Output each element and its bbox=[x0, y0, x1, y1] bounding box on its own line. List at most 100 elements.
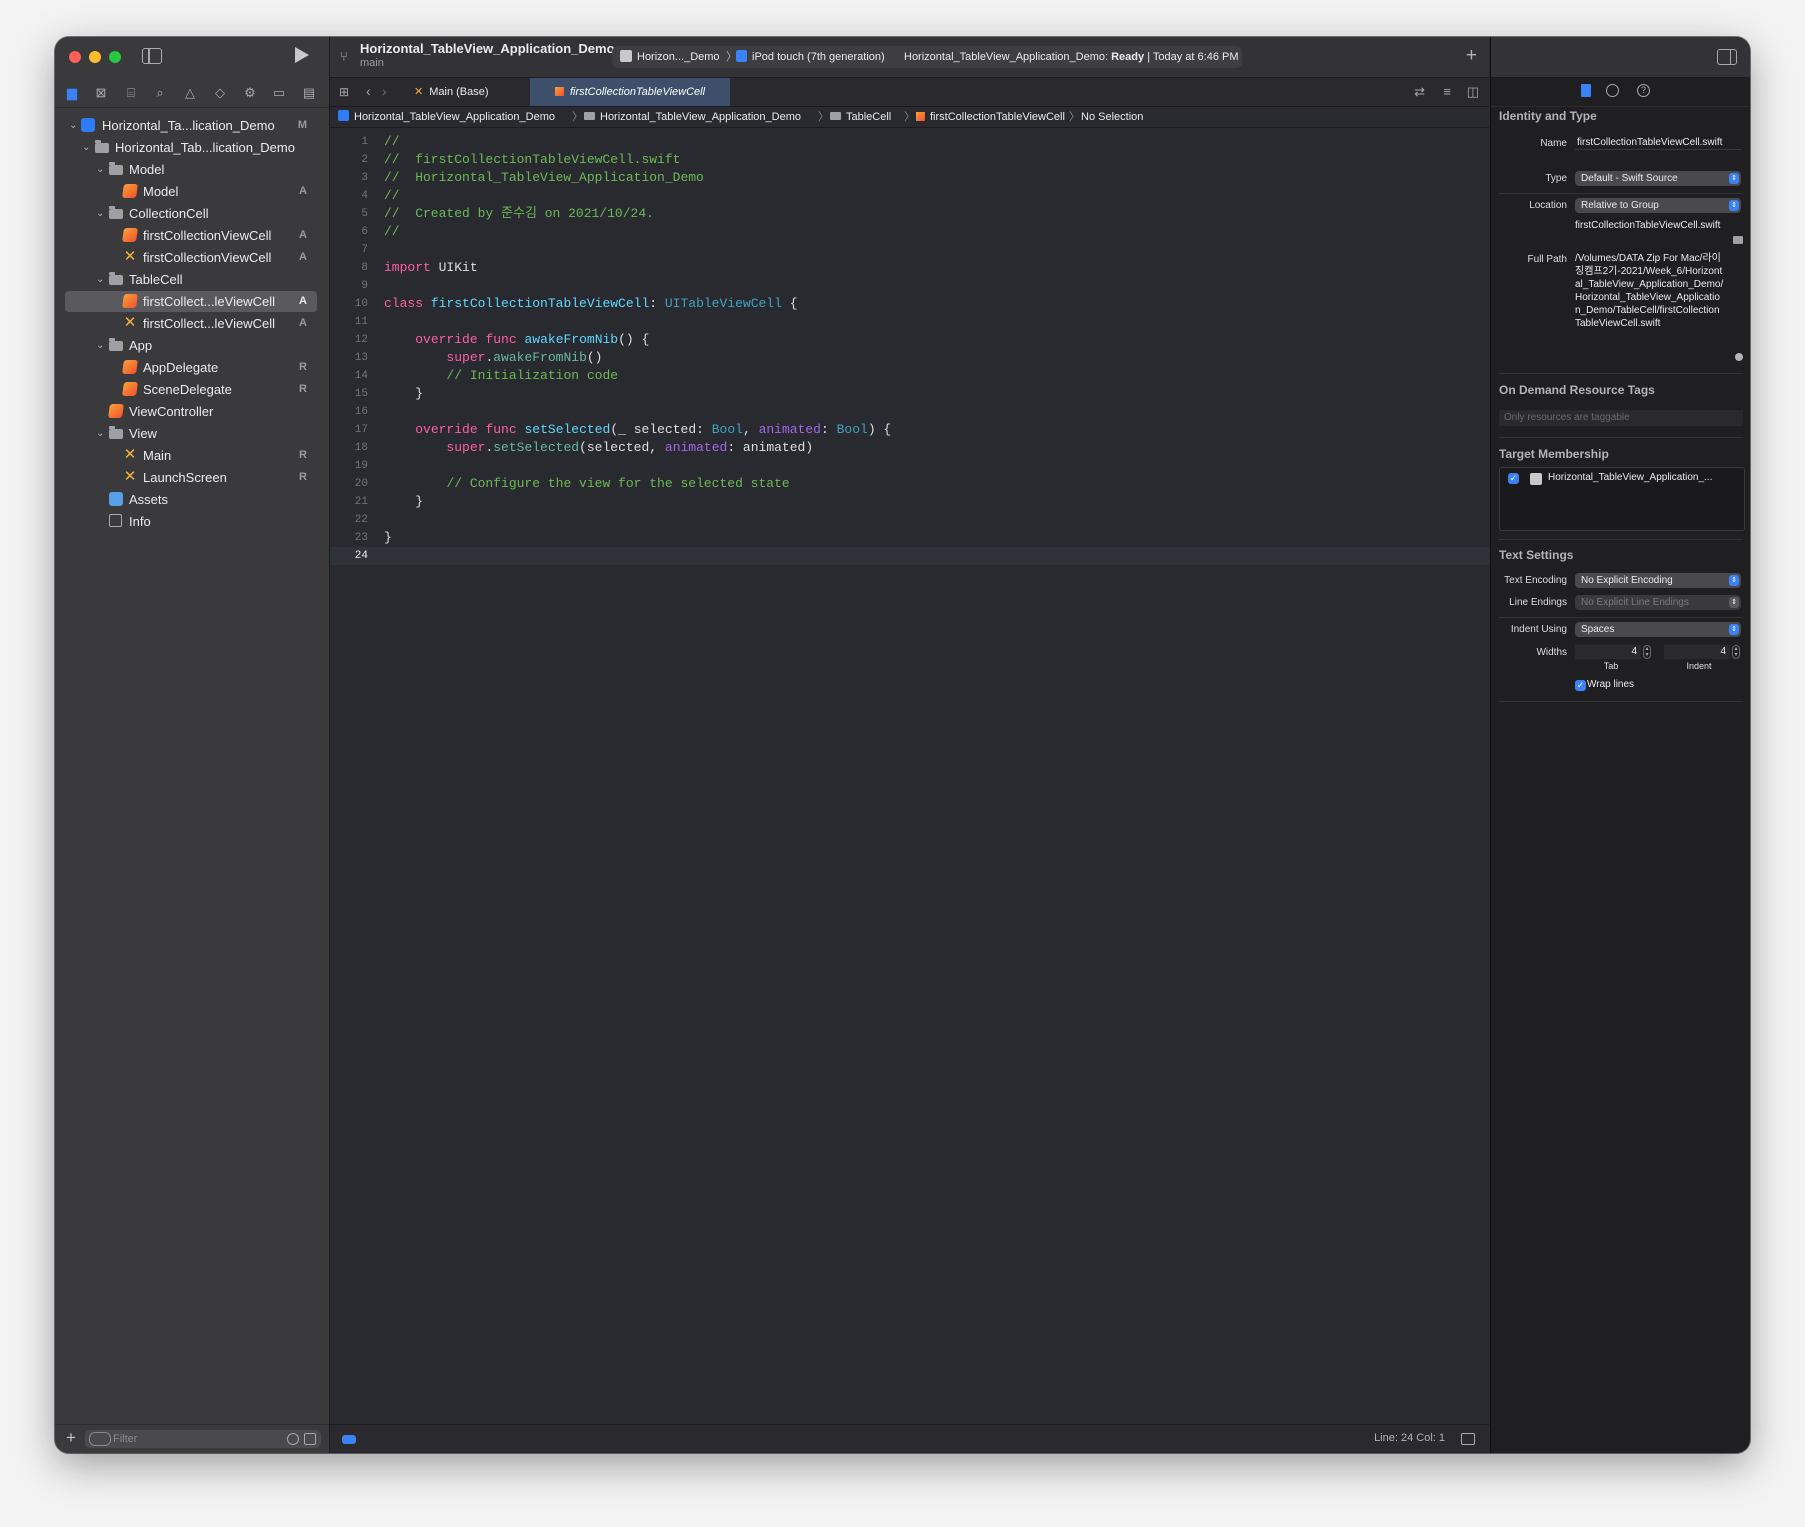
code-line[interactable]: 2 // firstCollectionTableViewCell.swift bbox=[330, 151, 1489, 169]
code-line[interactable]: 15 } bbox=[330, 385, 1489, 403]
code-line[interactable]: 17 override func setSelected(_ selected:… bbox=[330, 421, 1489, 439]
code-line[interactable]: 6 // bbox=[330, 223, 1489, 241]
tree-row-scenedelegate[interactable]: SceneDelegate R bbox=[65, 379, 317, 400]
code-line[interactable]: 21 } bbox=[330, 493, 1489, 511]
back-arrow-icon[interactable]: ‹ bbox=[366, 83, 371, 99]
code-line[interactable]: 20 // Configure the view for the selecte… bbox=[330, 475, 1489, 493]
text-encoding-popup[interactable]: No Explicit Encoding ⇕ bbox=[1575, 573, 1741, 588]
chevron-down-icon[interactable]: ⌄ bbox=[96, 203, 104, 224]
code-line[interactable]: 4 // bbox=[330, 187, 1489, 205]
choose-folder-icon[interactable] bbox=[1733, 236, 1743, 244]
breakpoint-icon[interactable]: ▭ bbox=[270, 84, 288, 102]
tree-row-tableviewcell-swift[interactable]: firstCollect...leViewCell A bbox=[65, 291, 317, 312]
code-line[interactable]: 8 import UIKit bbox=[330, 259, 1489, 277]
jumpbar-file[interactable]: firstCollectionTableViewCell bbox=[916, 107, 1065, 127]
code-line[interactable]: 9 bbox=[330, 277, 1489, 295]
line-endings-popup[interactable]: No Explicit Line Endings ⇕ bbox=[1575, 595, 1741, 610]
chevron-down-icon[interactable]: ⌄ bbox=[96, 335, 104, 356]
zoom-window-button[interactable] bbox=[109, 51, 121, 63]
tree-row-collectioncell-folder[interactable]: ⌄ CollectionCell bbox=[65, 203, 317, 224]
code-line[interactable]: 12 override func awakeFromNib() { bbox=[330, 331, 1489, 349]
indent-using-popup[interactable]: Spaces ⇕ bbox=[1575, 622, 1741, 637]
code-line[interactable]: 22 bbox=[330, 511, 1489, 529]
forward-arrow-icon[interactable]: › bbox=[382, 83, 387, 99]
code-line[interactable]: 5 // Created by 준수김 on 2021/10/24. bbox=[330, 205, 1489, 223]
tree-row-model-folder[interactable]: ⌄ Model bbox=[65, 159, 317, 180]
reveal-in-finder-icon[interactable] bbox=[1735, 353, 1743, 361]
filter-field[interactable] bbox=[85, 1430, 321, 1448]
show-debug-area-icon[interactable] bbox=[1461, 1433, 1475, 1445]
target-checkbox[interactable]: ✓ bbox=[1508, 473, 1519, 484]
tab-main-base[interactable]: ✕ Main (Base) bbox=[400, 78, 530, 106]
wrap-lines-checkbox[interactable]: ✓ bbox=[1575, 680, 1586, 691]
minimize-window-button[interactable] bbox=[89, 51, 101, 63]
indent-width-stepper[interactable]: ▴ ▾ bbox=[1732, 645, 1740, 659]
file-inspector-icon[interactable] bbox=[1581, 84, 1591, 97]
code-line[interactable]: 19 bbox=[330, 457, 1489, 475]
code-line[interactable]: 11 bbox=[330, 313, 1489, 331]
filter-input[interactable] bbox=[113, 1430, 273, 1448]
refresh-canvas-icon[interactable]: ⇄ bbox=[1414, 84, 1425, 100]
tree-row-assets[interactable]: Assets bbox=[65, 489, 317, 510]
tree-row-launchscreen[interactable]: ✕ LaunchScreen R bbox=[65, 467, 317, 488]
recent-files-icon[interactable] bbox=[287, 1433, 299, 1445]
library-add-button[interactable]: + bbox=[1466, 45, 1477, 67]
issue-icon[interactable]: △ bbox=[181, 84, 199, 102]
code-line[interactable]: 18 super.setSelected(selected, animated:… bbox=[330, 439, 1489, 457]
editor-options-icon[interactable]: ≡ bbox=[1443, 84, 1451, 99]
tree-row-tablecell-folder[interactable]: ⌄ TableCell bbox=[65, 269, 317, 290]
tab-width-stepper[interactable]: ▴ ▾ bbox=[1643, 645, 1651, 659]
code-line[interactable]: 10 class firstCollectionTableViewCell: UI… bbox=[330, 295, 1489, 313]
tree-row-viewcontroller[interactable]: ViewController bbox=[65, 401, 317, 422]
scm-filter-icon[interactable] bbox=[304, 1433, 316, 1445]
filter-options-icon[interactable] bbox=[89, 1432, 111, 1446]
indent-width-field[interactable]: 4 bbox=[1664, 645, 1730, 659]
inspector-toggle-icon[interactable] bbox=[1717, 49, 1737, 65]
related-items-icon[interactable]: ⊞ bbox=[339, 85, 349, 99]
tab-width-field[interactable]: 4 bbox=[1575, 645, 1641, 659]
history-inspector-icon[interactable] bbox=[1606, 84, 1619, 97]
debug-icon[interactable]: ⚙ bbox=[241, 84, 259, 102]
chevron-down-icon[interactable]: ⌄ bbox=[96, 269, 104, 290]
source-control-icon[interactable]: ⊠ bbox=[92, 84, 110, 102]
jumpbar-group[interactable]: Horizontal_TableView_Application_Demo bbox=[584, 107, 801, 127]
test-icon[interactable]: ◇ bbox=[211, 84, 229, 102]
device-selector[interactable]: iPod touch (7th generation) bbox=[736, 46, 885, 68]
quick-help-icon[interactable]: ? bbox=[1637, 84, 1650, 97]
scheme-selector[interactable]: Horizon..._Demo bbox=[620, 46, 720, 68]
tree-row-project[interactable]: ⌄ Horizontal_Ta...lication_Demo M bbox=[65, 115, 317, 136]
code-line[interactable]: 3 // Horizontal_TableView_Application_Dem… bbox=[330, 169, 1489, 187]
code-line[interactable]: 24 bbox=[330, 547, 1489, 565]
tree-row-view-folder[interactable]: ⌄ View bbox=[65, 423, 317, 444]
run-button[interactable] bbox=[295, 47, 309, 63]
symbol-icon[interactable]: ⌸ bbox=[122, 84, 140, 102]
jumpbar-project[interactable]: Horizontal_TableView_Application_Demo bbox=[338, 107, 555, 127]
code-line[interactable]: 16 bbox=[330, 403, 1489, 421]
split-editor-icon[interactable]: ◫ bbox=[1467, 84, 1479, 100]
chevron-down-icon[interactable]: ⌄ bbox=[96, 159, 104, 180]
code-line[interactable]: 14 // Initialization code bbox=[330, 367, 1489, 385]
tree-row-collectionviewcell-swift[interactable]: firstCollectionViewCell A bbox=[65, 225, 317, 246]
tree-row-model-file[interactable]: Model A bbox=[65, 181, 317, 202]
tree-row-main-storyboard[interactable]: ✕ Main R bbox=[65, 445, 317, 466]
close-window-button[interactable] bbox=[69, 51, 81, 63]
type-popup[interactable]: Default - Swift Source ⇕ bbox=[1575, 171, 1741, 186]
search-icon[interactable]: ⌕ bbox=[151, 84, 169, 102]
tree-row-group[interactable]: ⌄ Horizontal_Tab...lication_Demo bbox=[65, 137, 317, 158]
tab-firstcollectiontableviewcell[interactable]: firstCollectionTableViewCell bbox=[530, 78, 730, 106]
jumpbar-selection[interactable]: No Selection bbox=[1081, 107, 1143, 127]
code-line[interactable]: 13 super.awakeFromNib() bbox=[330, 349, 1489, 367]
tree-row-tableviewcell-xib[interactable]: ✕ firstCollect...leViewCell A bbox=[65, 313, 317, 334]
report-icon[interactable]: ▤ bbox=[300, 84, 318, 102]
tree-row-info[interactable]: Info bbox=[65, 511, 317, 532]
location-popup[interactable]: Relative to Group ⇕ bbox=[1575, 198, 1741, 213]
code-line[interactable]: 7 bbox=[330, 241, 1489, 259]
sidebar-toggle-icon[interactable] bbox=[142, 48, 162, 64]
name-field[interactable]: firstCollectionTableViewCell.swift bbox=[1575, 136, 1741, 150]
chevron-down-icon[interactable]: ⌄ bbox=[69, 115, 77, 136]
jumpbar-folder[interactable]: TableCell bbox=[830, 107, 891, 127]
add-file-button[interactable]: + bbox=[66, 1428, 76, 1448]
folder-icon[interactable]: ▆ bbox=[63, 84, 81, 102]
chevron-down-icon[interactable]: ⌄ bbox=[82, 137, 90, 158]
tree-row-app-folder[interactable]: ⌄ App bbox=[65, 335, 317, 356]
